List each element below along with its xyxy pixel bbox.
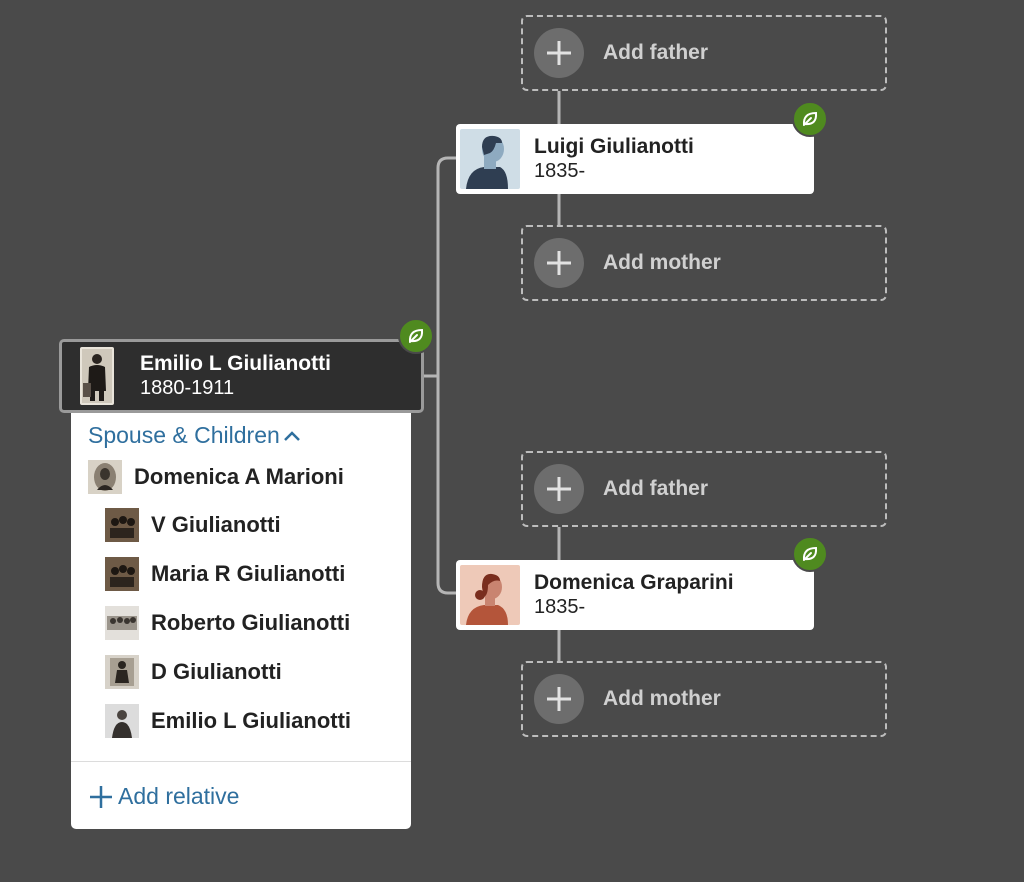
- add-mother-of-father[interactable]: Add mother: [521, 225, 887, 301]
- father-name: Luigi Giulianotti: [534, 135, 694, 159]
- plus-icon: [534, 674, 584, 724]
- add-father-of-father[interactable]: Add father: [521, 15, 887, 91]
- plus-icon: [534, 464, 584, 514]
- child-item[interactable]: D Giulianotti: [105, 655, 282, 689]
- add-mother-label: Add mother: [603, 251, 721, 274]
- spouse-children-header: Spouse & Children: [88, 422, 280, 448]
- child-photo: [105, 508, 139, 542]
- child-photo: [105, 704, 139, 738]
- father-card[interactable]: Luigi Giulianotti 1835-: [456, 124, 814, 194]
- add-relative-button[interactable]: Add relative: [88, 783, 239, 810]
- focus-person-dates: 1880-1911: [140, 376, 235, 399]
- add-mother-of-mother[interactable]: Add mother: [521, 661, 887, 737]
- leaf-icon[interactable]: [792, 101, 828, 137]
- spouse-children-toggle[interactable]: Spouse & Children: [88, 422, 301, 449]
- father-dates: 1835-: [534, 159, 586, 182]
- spouse-children-panel: Spouse & Children Domenica A Marioni V G…: [71, 413, 411, 829]
- mother-name: Domenica Graparini: [534, 571, 734, 595]
- mother-dates: 1835-: [534, 595, 586, 618]
- child-item[interactable]: Roberto Giulianotti: [105, 606, 350, 640]
- spouse-item[interactable]: Domenica A Marioni: [88, 460, 344, 494]
- chevron-up-icon: [283, 430, 300, 441]
- plus-icon: [534, 238, 584, 288]
- child-name: V Giulianotti: [151, 512, 281, 537]
- male-silhouette-avatar: [460, 129, 520, 189]
- leaf-icon[interactable]: [792, 536, 828, 572]
- spouse-name: Domenica A Marioni: [134, 464, 344, 489]
- focus-person-card[interactable]: Emilio L Giulianotti 1880-1911: [59, 339, 424, 413]
- add-father-label: Add father: [603, 477, 708, 500]
- child-item[interactable]: Maria R Giulianotti: [105, 557, 345, 591]
- add-father-of-mother[interactable]: Add father: [521, 451, 887, 527]
- mother-card[interactable]: Domenica Graparini 1835-: [456, 560, 814, 630]
- spouse-photo: [88, 460, 122, 494]
- child-item[interactable]: Emilio L Giulianotti: [105, 704, 351, 738]
- child-name: Emilio L Giulianotti: [151, 708, 352, 733]
- child-name: Roberto Giulianotti: [151, 610, 351, 635]
- add-father-label: Add father: [603, 41, 708, 64]
- family-tree-canvas[interactable]: Add father Luigi Giulianotti 1835- Add m…: [0, 0, 1024, 882]
- focus-person-photo: [80, 347, 114, 405]
- child-name: D Giulianotti: [151, 659, 282, 684]
- focus-person-name: Emilio L Giulianotti: [140, 352, 331, 376]
- leaf-icon[interactable]: [398, 318, 434, 354]
- child-photo: [105, 557, 139, 591]
- child-photo: [105, 606, 139, 640]
- add-mother-label: Add mother: [603, 687, 721, 710]
- child-item[interactable]: V Giulianotti: [105, 508, 281, 542]
- female-silhouette-avatar: [460, 565, 520, 625]
- child-name: Maria R Giulianotti: [151, 561, 346, 586]
- panel-divider: [71, 761, 411, 762]
- add-relative-label: Add relative: [118, 783, 240, 809]
- plus-icon: [534, 28, 584, 78]
- child-photo: [105, 655, 139, 689]
- plus-icon: [90, 785, 112, 808]
